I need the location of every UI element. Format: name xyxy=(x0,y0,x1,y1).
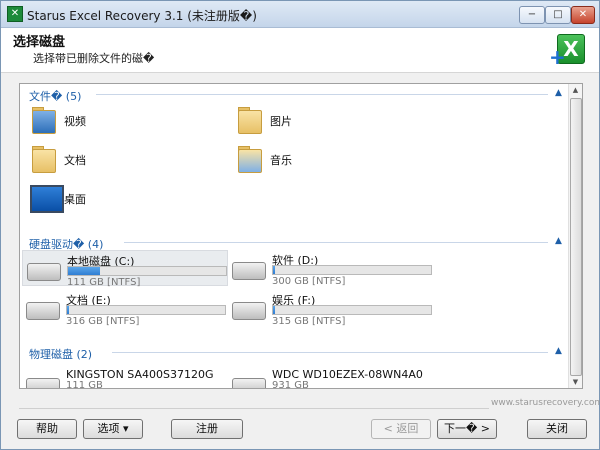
folder-item-music[interactable]: 音乐 xyxy=(232,143,432,175)
page-title: 选择磁盘 xyxy=(13,35,66,50)
scroll-up-icon[interactable]: ▲ xyxy=(569,84,582,96)
footer-divider xyxy=(19,408,489,409)
music-folder-icon xyxy=(234,143,264,173)
group-divider xyxy=(96,94,548,95)
drive-item-e[interactable]: 文档 (E:) 316 GB [NTFS] xyxy=(22,290,226,327)
page-subtitle: 选择带已删除文件的磁� xyxy=(33,52,155,65)
folder-item-video[interactable]: 视频 xyxy=(26,104,226,136)
collapse-folders-icon[interactable]: ▲ xyxy=(555,88,562,98)
documents-folder-icon xyxy=(28,143,58,173)
collapse-drives-icon[interactable]: ▲ xyxy=(555,236,562,246)
hard-drive-icon xyxy=(26,302,60,320)
disk-selection-panel[interactable]: 文件� (5) ▲ 视频 图片 文档 音乐 桌面 硬盘驱动� (4) ▲ 本地磁… xyxy=(19,83,583,389)
folder-item-desktop[interactable]: 桌面 xyxy=(26,182,226,214)
folder-label: 音乐 xyxy=(270,154,292,167)
drive-usage-fill xyxy=(67,306,69,314)
drive-usage-bar xyxy=(272,265,432,275)
folder-label: 视频 xyxy=(64,115,86,128)
physical-disk-item[interactable]: WDC WD10EZEX-08WN4A0 931 GB xyxy=(228,366,432,389)
drive-info: 315 GB [NTFS] xyxy=(272,316,346,327)
drive-usage-fill xyxy=(273,306,275,314)
drive-usage-fill xyxy=(68,267,100,275)
folder-label: 文档 xyxy=(64,154,86,167)
collapse-physical-icon[interactable]: ▲ xyxy=(555,346,562,356)
back-button[interactable]: < 返回 xyxy=(371,419,431,439)
wizard-header: 选择磁盘 选择带已删除文件的磁� X + xyxy=(1,28,599,73)
video-folder-icon xyxy=(28,104,58,134)
drive-item-f[interactable]: 娱乐 (F:) 315 GB [NTFS] xyxy=(228,290,432,327)
drive-usage-bar xyxy=(272,305,432,315)
scroll-down-icon[interactable]: ▼ xyxy=(569,376,582,388)
website-url[interactable]: www.starusrecovery.com xyxy=(491,398,600,408)
drive-item-d[interactable]: 软件 (D:) 300 GB [NTFS] xyxy=(228,250,432,287)
drive-usage-fill xyxy=(273,266,275,274)
hard-drive-icon xyxy=(232,262,266,280)
close-button[interactable]: 关闭 xyxy=(527,419,587,439)
group-header-folders[interactable]: 文件� (5) xyxy=(29,88,81,104)
window-title: Starus Excel Recovery 3.1 (未注册版�) xyxy=(27,9,257,23)
close-window-button[interactable]: ✕ xyxy=(571,6,595,24)
hard-drive-icon xyxy=(26,378,60,388)
group-divider xyxy=(124,242,548,243)
folder-item-pictures[interactable]: 图片 xyxy=(232,104,432,136)
folder-label: 图片 xyxy=(270,115,292,128)
group-divider xyxy=(112,352,548,353)
pictures-folder-icon xyxy=(234,104,264,134)
options-button[interactable]: 选项 ▾ xyxy=(83,419,143,439)
desktop-icon xyxy=(28,182,64,213)
drive-info: 316 GB [NTFS] xyxy=(66,316,140,327)
next-button[interactable]: 下一� > xyxy=(437,419,497,439)
drive-usage-bar xyxy=(66,305,226,315)
maximize-button[interactable]: □ xyxy=(545,6,571,24)
folder-label: 桌面 xyxy=(64,193,86,206)
scroll-thumb[interactable] xyxy=(570,98,582,376)
drive-info: 300 GB [NTFS] xyxy=(272,276,346,287)
group-header-physical[interactable]: 物理磁盘 (2) xyxy=(29,346,92,362)
windows-drive-icon xyxy=(27,263,61,281)
disk-info: 931 GB xyxy=(272,380,309,389)
excel-recovery-logo: X + xyxy=(549,33,585,69)
excel-app-icon: ✕ xyxy=(7,6,23,22)
app-window: ✕ Starus Excel Recovery 3.1 (未注册版�) − □ … xyxy=(0,0,600,450)
register-button[interactable]: 注册 xyxy=(171,419,243,439)
hard-drive-icon xyxy=(232,302,266,320)
help-button[interactable]: 帮助 xyxy=(17,419,77,439)
hard-drive-icon xyxy=(232,378,266,388)
drive-info: 111 GB [NTFS] xyxy=(67,277,141,288)
title-bar[interactable]: ✕ Starus Excel Recovery 3.1 (未注册版�) − □ … xyxy=(1,1,599,28)
logo-plus: + xyxy=(549,45,566,69)
vertical-scrollbar[interactable]: ▲ ▼ xyxy=(568,84,582,388)
disk-info: 111 GB xyxy=(66,380,103,389)
drive-item-c[interactable]: 本地磁盘 (C:) 111 GB [NTFS] xyxy=(22,250,228,288)
folder-item-documents[interactable]: 文档 xyxy=(26,143,226,175)
physical-disk-item[interactable]: KINGSTON SA400S37120G 111 GB xyxy=(22,366,226,389)
minimize-button[interactable]: − xyxy=(519,6,545,24)
drive-usage-bar xyxy=(67,266,227,276)
